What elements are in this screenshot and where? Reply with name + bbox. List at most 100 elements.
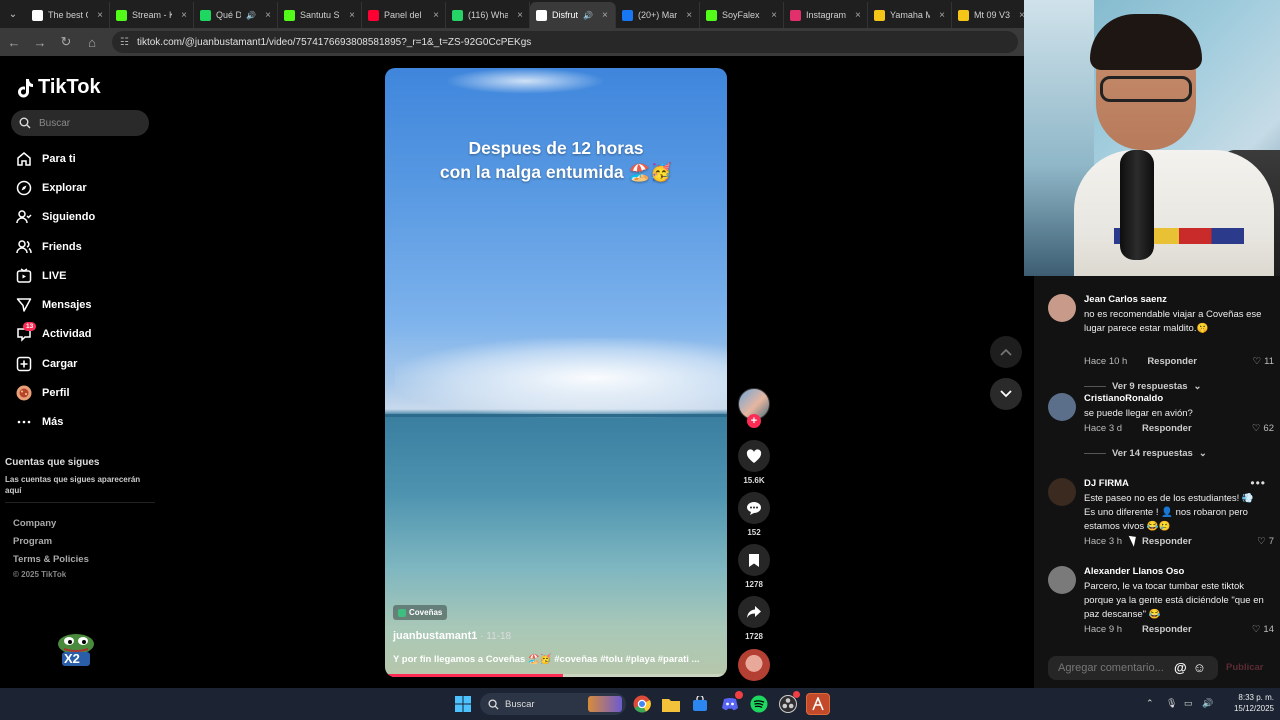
publish-button[interactable]: Publicar <box>1226 662 1264 673</box>
chrome-icon[interactable] <box>632 694 652 714</box>
comment-like-button[interactable]: ♡ 11 <box>1253 356 1274 367</box>
tab-close-icon[interactable]: × <box>855 10 861 21</box>
taskbar-search[interactable]: Buscar <box>480 693 626 715</box>
forward-arrow-icon[interactable]: → <box>28 30 52 54</box>
view-replies-button[interactable]: Ver 14 respuestas ⌄ <box>1084 448 1207 459</box>
comment-like-count: 11 <box>1264 356 1274 367</box>
reply-button[interactable]: Responder <box>1142 624 1192 635</box>
file-explorer-icon[interactable] <box>661 694 681 714</box>
commenter-name[interactable]: DJ FIRMA <box>1084 478 1129 489</box>
sidebar-item-perfil[interactable]: Perfil <box>0 378 160 407</box>
browser-tab[interactable]: (20+) Mar × <box>616 2 700 28</box>
active-app-icon[interactable] <box>806 693 830 715</box>
share-button[interactable] <box>738 596 770 628</box>
comment-options-icon[interactable]: ••• <box>1250 476 1266 490</box>
comment-like-button[interactable]: ♡ 14 <box>1252 624 1274 635</box>
comment-like-button[interactable]: ♡ 62 <box>1252 423 1274 434</box>
store-icon[interactable] <box>690 694 710 714</box>
next-video-button[interactable] <box>990 378 1022 410</box>
tab-close-icon[interactable]: × <box>771 10 777 21</box>
spotify-icon[interactable] <box>749 694 769 714</box>
sidebar-item-live[interactable]: LIVE <box>0 261 160 290</box>
search-input[interactable]: Buscar <box>11 110 149 136</box>
sidebar-item-friends[interactable]: Friends <box>0 232 160 261</box>
commenter-avatar[interactable] <box>1048 566 1076 594</box>
emoji-icon[interactable]: ☺ <box>1193 660 1206 675</box>
tab-close-icon[interactable]: × <box>686 10 692 21</box>
sidebar-item-mas[interactable]: Más <box>0 408 160 437</box>
commenter-name[interactable]: Alexander Llanos Oso <box>1084 566 1184 577</box>
tab-close-icon[interactable]: × <box>265 10 271 21</box>
like-button[interactable] <box>738 440 770 472</box>
taskbar-clock[interactable]: 8:33 p. m. 15/12/2025 <box>1218 692 1274 714</box>
url-text: tiktok.com/@juanbustamant1/video/7574176… <box>136 36 532 48</box>
footer-link-company[interactable]: Company <box>13 518 56 529</box>
tab-audio-icon[interactable]: 🔊 <box>246 11 256 20</box>
tab-close-icon[interactable]: × <box>97 10 103 21</box>
sidebar-item-siguiendo[interactable]: Siguiendo <box>0 203 160 232</box>
browser-tab[interactable]: Instagram × <box>784 2 868 28</box>
video-description[interactable]: Y por fin llegamos a Coveñas 🏖️🥳 #coveña… <box>393 654 699 665</box>
volume-icon[interactable]: 🔊 <box>1202 698 1213 709</box>
commenter-name[interactable]: CristianoRonaldo <box>1084 393 1163 404</box>
tab-audio-icon[interactable]: 🔊 <box>583 11 593 20</box>
tab-close-icon[interactable]: × <box>433 10 439 21</box>
comment-button[interactable] <box>738 492 770 524</box>
microphone-icon[interactable]: 🎙 <box>1166 698 1177 709</box>
tab-close-icon[interactable]: × <box>517 10 523 21</box>
tab-close-icon[interactable]: × <box>349 10 355 21</box>
site-info-icon[interactable]: ☷ <box>120 37 129 48</box>
tab-close-icon[interactable]: × <box>181 10 187 21</box>
footer-link-program[interactable]: Program <box>13 536 52 547</box>
comment-like-button[interactable]: ♡ 7 <box>1257 536 1274 547</box>
browser-tab[interactable]: Yamaha M × <box>868 2 952 28</box>
windows-start-icon[interactable] <box>453 694 473 714</box>
browser-tab[interactable]: (116) What × <box>446 2 530 28</box>
video-caption: Despues de 12 horas con la nalga entumid… <box>385 136 727 184</box>
browser-tab[interactable]: Mt 09 V3 × <box>952 2 1024 28</box>
commenter-avatar[interactable] <box>1048 393 1076 421</box>
view-replies-button[interactable]: Ver 9 respuestas ⌄ <box>1084 381 1202 392</box>
sidebar-item-explorar[interactable]: Explorar <box>0 173 160 202</box>
commenter-avatar[interactable] <box>1048 478 1076 506</box>
footer-link-terms[interactable]: Terms & Policies <box>13 554 89 565</box>
browser-tab[interactable]: Qué D 🔊 × <box>194 2 278 28</box>
reply-button[interactable]: Responder <box>1142 423 1192 434</box>
tab-close-icon[interactable]: × <box>602 10 608 21</box>
save-button[interactable] <box>738 544 770 576</box>
browser-tab[interactable]: The best G × <box>26 2 110 28</box>
tray-overflow-icon[interactable]: ⌃ <box>1146 698 1154 709</box>
commenter-avatar[interactable] <box>1048 294 1076 322</box>
reload-icon[interactable]: ↻ <box>54 30 78 54</box>
tiktok-logo[interactable]: TikTok <box>16 76 101 99</box>
obs-icon[interactable] <box>778 691 800 714</box>
video-author[interactable]: juanbustamant1 · 11-18 <box>393 630 511 642</box>
music-disc-avatar[interactable] <box>738 649 770 681</box>
tab-search-chevron-icon[interactable]: ⌄ <box>0 0 26 28</box>
back-arrow-icon[interactable]: ← <box>2 30 26 54</box>
sidebar-item-mensajes[interactable]: Mensajes <box>0 290 160 319</box>
browser-tab[interactable]: Disfrut 🔊 × <box>530 2 616 28</box>
discord-icon[interactable] <box>720 691 743 714</box>
sidebar-item-actividad[interactable]: 13 Actividad <box>0 320 160 349</box>
reply-button[interactable]: Responder <box>1147 356 1197 367</box>
browser-tab[interactable]: Stream - K × <box>110 2 194 28</box>
video-progress-bar[interactable] <box>385 674 727 677</box>
sidebar-item-cargar[interactable]: Cargar <box>0 349 160 378</box>
browser-tab[interactable]: Santutu Sh × <box>278 2 362 28</box>
address-bar[interactable]: ☷ tiktok.com/@juanbustamant1/video/75741… <box>112 31 1018 53</box>
home-browser-icon[interactable]: ⌂ <box>80 30 104 54</box>
follow-plus-icon[interactable]: + <box>747 414 761 428</box>
video-player[interactable]: Despues de 12 horas con la nalga entumid… <box>385 68 727 677</box>
network-icon[interactable]: ▭ <box>1184 698 1193 709</box>
compass-icon <box>16 180 32 196</box>
browser-tab[interactable]: Panel del c × <box>362 2 446 28</box>
browser-tab[interactable]: SoyFalex S × <box>700 2 784 28</box>
sidebar-item-para-ti[interactable]: Para ti <box>0 144 160 173</box>
mention-icon[interactable]: @ <box>1174 660 1187 675</box>
location-tag[interactable]: Coveñas <box>393 605 448 620</box>
previous-video-button[interactable] <box>990 336 1022 368</box>
commenter-name[interactable]: Jean Carlos saenz <box>1084 294 1167 305</box>
reply-button[interactable]: Responder <box>1142 536 1192 547</box>
tab-close-icon[interactable]: × <box>939 10 945 21</box>
